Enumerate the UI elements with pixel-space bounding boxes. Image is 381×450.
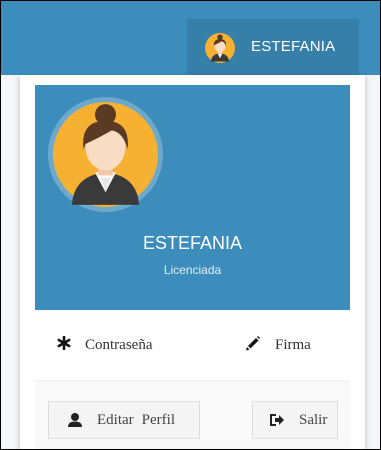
signature-link[interactable]: Firma xyxy=(245,310,311,380)
user-menu-toggle[interactable]: ESTEFANIA xyxy=(187,19,359,75)
edit-profile-label-1: Editar xyxy=(97,411,134,428)
user-avatar-large xyxy=(48,97,163,212)
top-navbar: ESTEFANIA xyxy=(1,1,380,75)
edit-profile-label-2: Perfil xyxy=(141,411,175,428)
user-body: Contraseña Firma xyxy=(35,310,350,381)
user-footer: Editar Perfil Salir xyxy=(35,381,350,449)
navbar-user-name: ESTEFANIA xyxy=(251,38,336,55)
app-frame: ESTEFANIA ESTEFANIA Licenciada Contraseñ… xyxy=(0,0,381,450)
user-dropdown-menu: ESTEFANIA Licenciada Contraseña Firma Ed… xyxy=(20,75,365,449)
user-avatar-small xyxy=(205,33,235,63)
logout-label: Salir xyxy=(299,411,328,428)
user-header: ESTEFANIA Licenciada xyxy=(35,85,350,310)
pencil-icon xyxy=(245,335,261,356)
signature-label: Firma xyxy=(275,336,311,353)
asterisk-icon xyxy=(57,335,71,355)
logout-button[interactable]: Salir xyxy=(252,401,338,439)
user-icon xyxy=(67,412,83,428)
change-password-label: Contraseña xyxy=(85,336,153,353)
change-password-link[interactable]: Contraseña xyxy=(57,310,152,380)
sign-out-icon xyxy=(269,413,285,427)
user-role: Licenciada xyxy=(163,263,222,277)
edit-profile-button[interactable]: Editar Perfil xyxy=(48,401,200,439)
user-full-name: ESTEFANIA xyxy=(142,233,243,253)
